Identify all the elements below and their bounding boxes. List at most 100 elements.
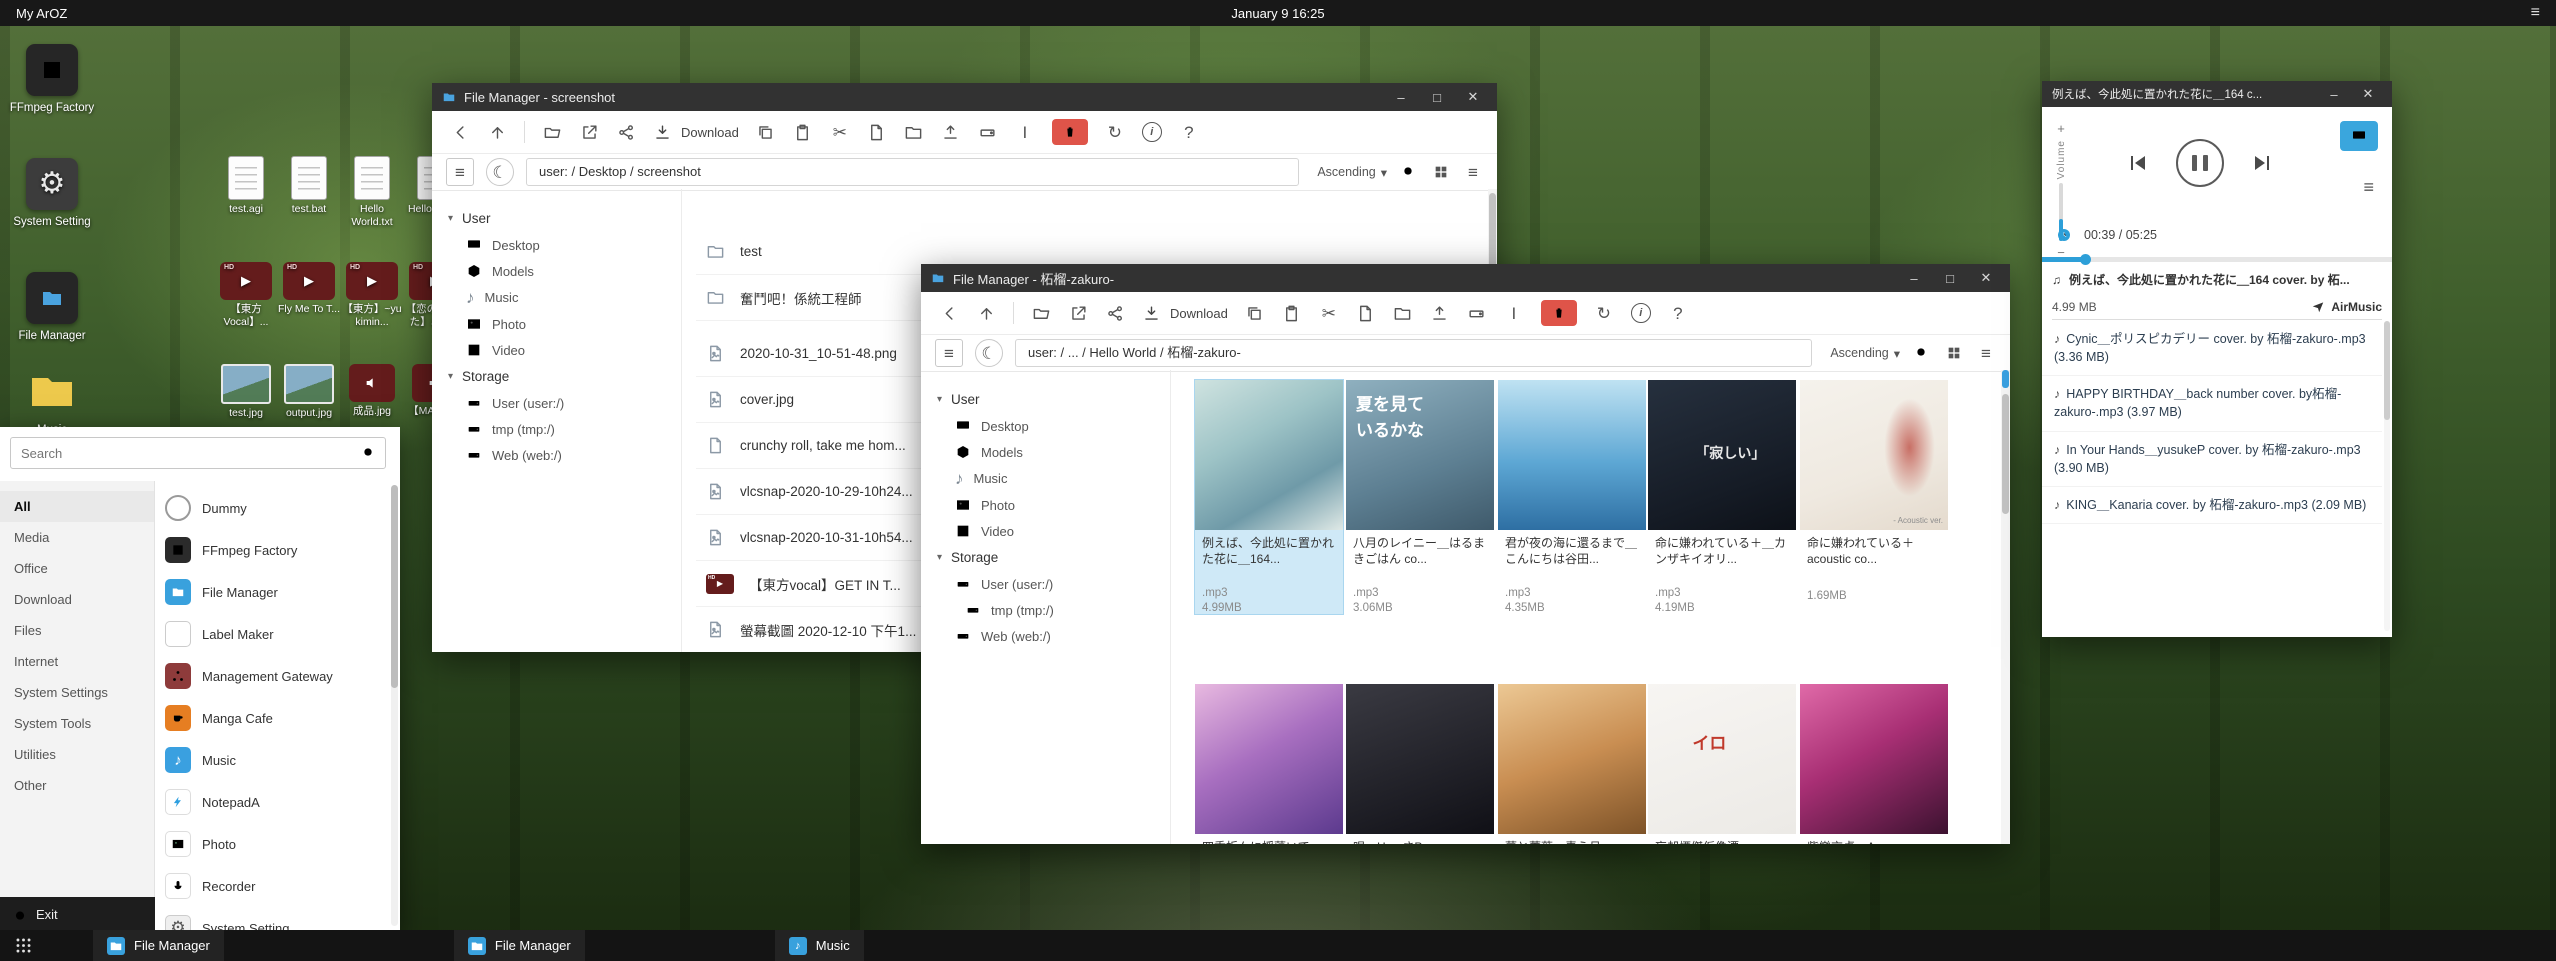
app-item-dummy[interactable]: Dummy <box>155 487 390 529</box>
desktop-file[interactable]: HD▶ 【東方】~yu kimin... <box>340 262 404 328</box>
share-button[interactable] <box>1105 300 1125 326</box>
upload-button[interactable] <box>941 119 961 145</box>
desktop-file[interactable]: 成品.jpg <box>340 364 404 418</box>
desktop-file[interactable]: HD▶ 【東方Vocal】... <box>214 262 278 328</box>
grid-view-button[interactable] <box>1944 340 1964 366</box>
back-button[interactable] <box>450 119 470 145</box>
sidebar-item-music[interactable]: ♪Music <box>921 465 1170 492</box>
file-tile[interactable]: 唄＿HamさP cover... <box>1346 684 1494 844</box>
info-button[interactable]: i <box>1631 300 1651 326</box>
app-item-system-setting[interactable]: ⚙System Setting <box>155 907 390 932</box>
volume-plus[interactable]: + <box>2057 121 2065 136</box>
download-button[interactable]: Download <box>1142 300 1228 326</box>
list-mode-button[interactable]: ≡ <box>935 339 963 367</box>
help-button[interactable]: ? <box>1668 300 1688 326</box>
app-item-management-gateway[interactable]: Management Gateway <box>155 655 390 697</box>
new-file-button[interactable] <box>1356 300 1376 326</box>
desktop-icon-ffmpeg[interactable]: FFmpeg Factory <box>4 44 100 115</box>
close-button[interactable]: ✕ <box>2354 86 2382 102</box>
desktop-icon-system-setting[interactable]: ⚙ System Setting <box>4 158 100 229</box>
open-in-new-button[interactable] <box>1068 300 1088 326</box>
search-button[interactable] <box>1912 340 1932 366</box>
theme-toggle-button[interactable]: ☾ <box>486 158 514 186</box>
storage-button[interactable] <box>978 119 998 145</box>
playlist-item[interactable]: ♪KING＿Kanaria cover. by 柘榴-zakuro-.mp3 (… <box>2042 487 2382 524</box>
list-view-button[interactable]: ≡ <box>1463 159 1483 185</box>
window-titlebar[interactable]: 例えば、今此処に置かれた花に＿164 c... – ✕ <box>2042 81 2392 107</box>
cast-button[interactable] <box>2340 121 2378 151</box>
close-button[interactable]: ✕ <box>1459 89 1487 105</box>
scrollbar-thumb[interactable] <box>2384 321 2390 420</box>
scrollbar[interactable] <box>2001 370 2010 844</box>
sidebar-item-web-drive[interactable]: Web (web:/) <box>432 442 681 468</box>
search-icon[interactable] <box>361 445 377 466</box>
app-item-file-manager[interactable]: File Manager <box>155 571 390 613</box>
open-in-new-button[interactable] <box>579 119 599 145</box>
sidebar-section-storage[interactable]: ▾Storage <box>921 544 1170 571</box>
app-item-manga-cafe[interactable]: Manga Cafe <box>155 697 390 739</box>
app-launcher-icon[interactable] <box>14 936 33 955</box>
desktop-file[interactable]: test.bat <box>277 156 341 216</box>
desktop-file[interactable]: HD▶ Fly Me To T... <box>277 262 341 316</box>
list-view-button[interactable]: ≡ <box>1976 340 1996 366</box>
rename-button[interactable]: I <box>1504 300 1524 326</box>
theme-toggle-button[interactable]: ☾ <box>975 339 1003 367</box>
open-folder-button[interactable] <box>542 119 562 145</box>
minimize-button[interactable]: – <box>2320 87 2348 102</box>
cut-button[interactable]: ✂ <box>830 119 850 145</box>
maximize-button[interactable]: □ <box>1936 271 1964 286</box>
taskbar-item-file-manager-1[interactable]: File Manager <box>93 930 224 961</box>
file-tile-selected[interactable]: 例えば、今此処に置かれた花に＿164... .mp3 4.99MB <box>1195 380 1343 614</box>
list-mode-button[interactable]: ≡ <box>446 158 474 186</box>
file-tile[interactable]: 紫樂京貞＿Avaso... <box>1800 684 1948 844</box>
category-system-tools[interactable]: System Tools <box>0 708 154 739</box>
category-all[interactable]: All <box>0 491 154 522</box>
desktop-file[interactable]: test.jpg <box>214 364 278 420</box>
path-input[interactable]: user: / Desktop / screenshot <box>526 158 1299 186</box>
file-tile[interactable]: 「寂しい」 命に嫌われている＋＿カンザキイオリ... .mp3 4.19MB <box>1648 380 1796 614</box>
power-icon[interactable] <box>13 908 27 922</box>
sidebar-item-user-drive[interactable]: User (user:/) <box>432 390 681 416</box>
app-item-notepada[interactable]: NotepadA <box>155 781 390 823</box>
desktop-file[interactable]: output.jpg <box>277 364 341 420</box>
file-tile[interactable]: 夏を見て いるかな 八月のレイニー＿はるまきごはん co... .mp3 3.0… <box>1346 380 1494 614</box>
help-button[interactable]: ? <box>1179 119 1199 145</box>
paste-button[interactable] <box>793 119 813 145</box>
app-item-label-maker[interactable]: Label Maker <box>155 613 390 655</box>
category-files[interactable]: Files <box>0 615 154 646</box>
progress-knob[interactable] <box>2080 254 2091 265</box>
sidebar-item-models[interactable]: Models <box>432 258 681 284</box>
start-menu-scrollbar[interactable] <box>391 485 398 926</box>
sidebar-item-photo[interactable]: Photo <box>432 311 681 337</box>
minimize-button[interactable]: – <box>1387 90 1415 105</box>
new-folder-button[interactable] <box>904 119 924 145</box>
path-input[interactable]: user: / ... / Hello World / 柘榴-zakuro- <box>1015 339 1812 367</box>
app-item-recorder[interactable]: Recorder <box>155 865 390 907</box>
new-folder-button[interactable] <box>1393 300 1413 326</box>
app-item-photo[interactable]: Photo <box>155 823 390 865</box>
playlist-item[interactable]: ♪Cynic＿ポリスピカデリー cover. by 柘榴-zakuro-.mp3… <box>2042 321 2382 376</box>
playlist-item[interactable]: ♪HAPPY BIRTHDAY＿back number cover. by柘榴-… <box>2042 376 2382 431</box>
open-folder-button[interactable] <box>1031 300 1051 326</box>
refresh-button[interactable]: ↻ <box>1594 300 1614 326</box>
up-button[interactable] <box>487 119 507 145</box>
taskbar-item-file-manager-2[interactable]: File Manager <box>454 930 585 961</box>
app-item-ffmpeg-factory[interactable]: FFmpeg Factory <box>155 529 390 571</box>
refresh-button[interactable]: ↻ <box>1105 119 1125 145</box>
sidebar-item-tmp-drive[interactable]: tmp (tmp:/) <box>432 416 681 442</box>
sidebar-item-music[interactable]: ♪Music <box>432 284 681 311</box>
window-titlebar[interactable]: File Manager - 柘榴-zakuro- – □ ✕ <box>921 264 2010 292</box>
category-office[interactable]: Office <box>0 553 154 584</box>
sidebar-item-desktop[interactable]: Desktop <box>432 232 681 258</box>
menubar-hamburger-icon[interactable]: ≡ <box>2531 4 2540 22</box>
sidebar-item-web-drive[interactable]: Web (web:/) <box>921 623 1170 649</box>
up-button[interactable] <box>976 300 996 326</box>
category-download[interactable]: Download <box>0 584 154 615</box>
rename-button[interactable]: I <box>1015 119 1035 145</box>
delete-button[interactable] <box>1052 119 1088 145</box>
back-button[interactable] <box>939 300 959 326</box>
menubar-brand[interactable]: My ArOZ <box>16 6 67 21</box>
sidebar-item-models[interactable]: Models <box>921 439 1170 465</box>
search-input[interactable] <box>10 437 386 469</box>
minimize-button[interactable]: – <box>1900 271 1928 286</box>
